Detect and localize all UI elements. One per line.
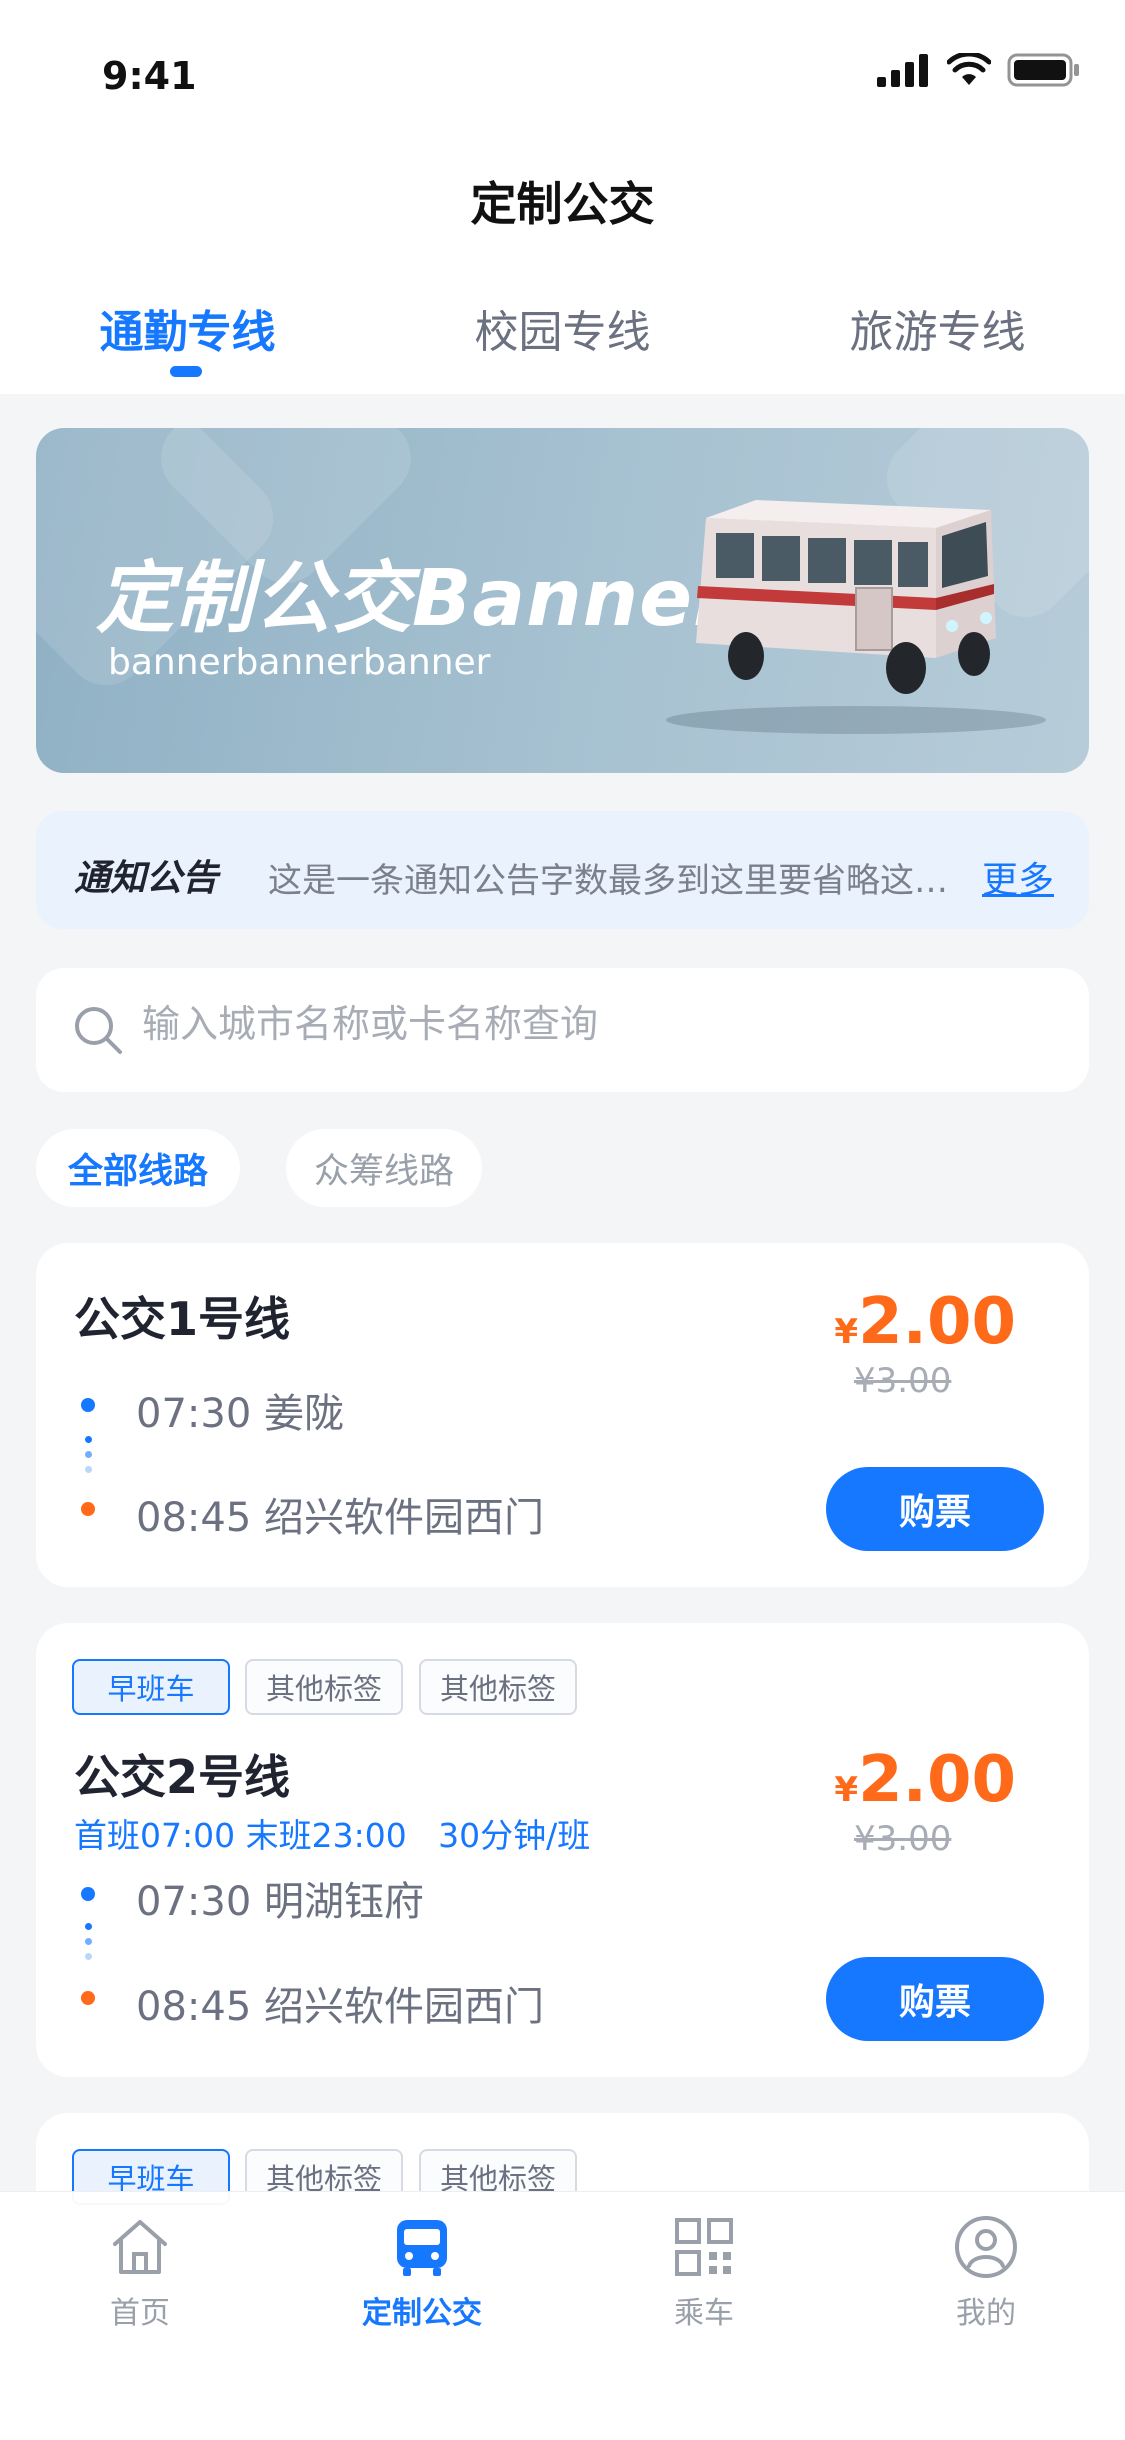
departure-dot bbox=[81, 1887, 95, 1901]
departure-name: 明湖钰府 bbox=[264, 1879, 424, 1925]
banner-subtitle: bannerbannerbanner bbox=[108, 642, 491, 683]
route-name: 公交2号线 bbox=[74, 1750, 291, 1804]
departure-stop: 07:30 明湖钰府 bbox=[136, 1869, 424, 1927]
departure-time: 07:30 bbox=[136, 1391, 252, 1437]
notice-label: 通知公告 bbox=[74, 858, 219, 899]
tab-commute[interactable]: 通勤专线 bbox=[0, 296, 375, 360]
status-time: 9:41 bbox=[102, 54, 197, 98]
arrival-stop: 08:45 绍兴软件园西门 bbox=[136, 1974, 544, 2032]
arrival-time: 08:45 bbox=[136, 1984, 252, 2030]
original-price: ¥3.00 bbox=[854, 1819, 952, 1859]
route-connector bbox=[85, 1923, 92, 1930]
tab-ride[interactable]: 乘车 bbox=[604, 2214, 804, 2332]
home-icon bbox=[113, 2220, 167, 2274]
departure-stop: 07:30 姜陇 bbox=[136, 1381, 344, 1439]
currency-symbol: ¥ bbox=[834, 1312, 859, 1352]
arrival-name: 绍兴软件园西门 bbox=[264, 1984, 544, 2030]
tab-profile[interactable]: 我的 bbox=[886, 2214, 1086, 2332]
original-price: ¥3.00 bbox=[854, 1361, 952, 1401]
notice-text[interactable]: 这是一条通知公告字数最多到这里要省略这是一条通知公告 bbox=[268, 853, 958, 902]
price-block: ¥2.00 bbox=[834, 1285, 1016, 1359]
tab-campus[interactable]: 校园专线 bbox=[375, 296, 750, 360]
route-price: 2.00 bbox=[858, 1743, 1016, 1817]
arrival-time: 08:45 bbox=[136, 1495, 252, 1541]
route-name: 公交1号线 bbox=[74, 1292, 291, 1346]
route-connector bbox=[85, 1436, 92, 1443]
route-tag: 早班车 bbox=[72, 1659, 230, 1715]
notice-bar: 通知公告 这是一条通知公告字数最多到这里要省略这是一条通知公告 更多 bbox=[36, 811, 1089, 929]
tab-custom-bus[interactable]: 定制公交 bbox=[322, 2214, 522, 2332]
tab-custom-bus-label: 定制公交 bbox=[362, 2296, 482, 2331]
route-tag: 其他标签 bbox=[419, 1659, 577, 1715]
route-schedule: 首班07:00 末班23:00 30分钟/班 bbox=[74, 1816, 591, 1855]
arrival-dot bbox=[81, 1502, 95, 1516]
search-bar bbox=[36, 968, 1089, 1092]
price-block: ¥2.00 bbox=[834, 1743, 1016, 1817]
tab-profile-label: 我的 bbox=[956, 2296, 1016, 2331]
notice-more-link[interactable]: 更多 bbox=[982, 851, 1054, 903]
route-connector bbox=[85, 1451, 92, 1458]
filter-all-routes[interactable]: 全部线路 bbox=[36, 1129, 240, 1207]
cellular-signal-icon bbox=[877, 54, 928, 87]
route-connector bbox=[85, 1953, 92, 1960]
wifi-icon bbox=[947, 53, 991, 85]
route-card[interactable]: 早班车 其他标签 其他标签 公交2号线 首班07:00 末班23:00 30分钟… bbox=[36, 1623, 1089, 2077]
tab-ride-label: 乘车 bbox=[674, 2296, 734, 2331]
buy-ticket-button[interactable]: 购票 bbox=[826, 1467, 1044, 1551]
buy-ticket-button[interactable]: 购票 bbox=[826, 1957, 1044, 2041]
route-tag: 其他标签 bbox=[245, 1659, 403, 1715]
arrival-name: 绍兴软件园西门 bbox=[264, 1495, 544, 1541]
currency-symbol: ¥ bbox=[834, 1770, 859, 1810]
filter-crowdfunding-routes[interactable]: 众筹线路 bbox=[286, 1129, 482, 1207]
search-icon bbox=[75, 1007, 122, 1054]
arrival-dot bbox=[81, 1991, 95, 2005]
bus-icon bbox=[397, 2220, 447, 2276]
route-price: 2.00 bbox=[858, 1285, 1016, 1359]
tab-tourism[interactable]: 旅游专线 bbox=[750, 296, 1125, 360]
active-tab-indicator bbox=[170, 366, 202, 377]
bottom-tab-bar: 首页 定制公交 乘车 我的 bbox=[0, 2191, 1125, 2440]
route-connector bbox=[85, 1938, 92, 1945]
promo-banner[interactable]: 定制公交Banner bannerbannerbanner bbox=[36, 428, 1089, 773]
tab-home[interactable]: 首页 bbox=[40, 2214, 240, 2332]
search-input[interactable] bbox=[142, 1002, 1042, 1046]
profile-icon bbox=[955, 2216, 1017, 2278]
tab-home-label: 首页 bbox=[110, 2296, 170, 2331]
status-icons bbox=[877, 52, 1081, 88]
bus-illustration bbox=[666, 500, 1046, 734]
route-card[interactable]: 公交1号线 ¥2.00 ¥3.00 07:30 姜陇 08:45 绍兴软件园西门… bbox=[36, 1243, 1089, 1587]
departure-name: 姜陇 bbox=[264, 1391, 344, 1437]
departure-time: 07:30 bbox=[136, 1879, 252, 1925]
route-connector bbox=[85, 1466, 92, 1473]
arrival-stop: 08:45 绍兴软件园西门 bbox=[136, 1485, 544, 1543]
qr-code-icon bbox=[675, 2218, 733, 2276]
route-type-tabs: 通勤专线 校园专线 旅游专线 bbox=[0, 296, 1125, 360]
battery-icon bbox=[1007, 53, 1079, 87]
departure-dot bbox=[81, 1398, 95, 1412]
page-title: 定制公交 bbox=[470, 177, 655, 231]
